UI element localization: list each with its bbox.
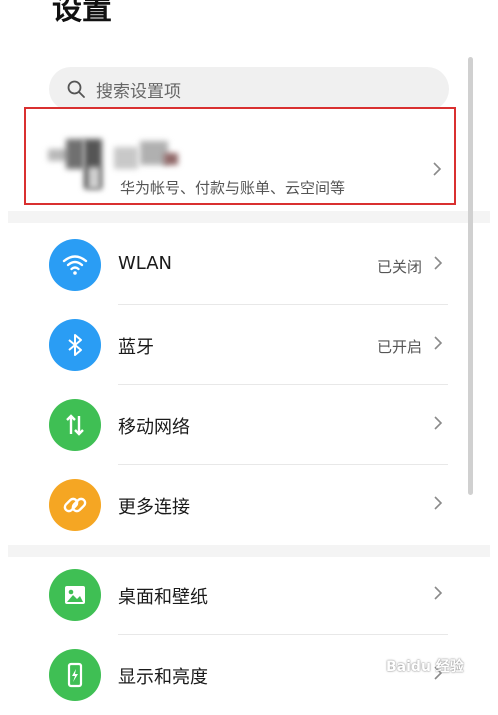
mobile-data-icon: [49, 399, 101, 451]
chevron-right-icon: [433, 415, 443, 435]
account-card[interactable]: 华为帐号、付款与账单、云空间等: [24, 107, 456, 205]
chevron-right-icon: [433, 335, 443, 355]
settings-item[interactable]: 蓝牙 已开启: [0, 305, 470, 385]
scrollbar[interactable]: [468, 57, 473, 495]
settings-item-status: 已关闭: [376, 258, 422, 276]
settings-item-label: 蓝牙: [118, 337, 154, 358]
account-subtitle: 华为帐号、付款与账单、云空间等: [120, 179, 346, 197]
settings-item-label: 更多连接: [118, 497, 190, 518]
page-title: 设置: [52, 0, 112, 27]
settings-item[interactable]: 桌面和壁纸: [0, 555, 470, 635]
link-icon: [49, 479, 101, 531]
settings-item-label: 桌面和壁纸: [118, 587, 208, 608]
chevron-right-icon: [433, 162, 442, 176]
watermark: Baidu 经验: [386, 659, 464, 675]
settings-item-label: 移动网络: [118, 417, 190, 438]
wifi-icon: [49, 239, 101, 291]
settings-item-status: 已开启: [376, 338, 422, 356]
settings-item-label: WLAN: [118, 253, 173, 274]
chevron-right-icon: [433, 255, 443, 275]
display-icon: [49, 649, 101, 701]
settings-item-label: 显示和亮度: [118, 667, 208, 688]
bluetooth-icon: [49, 319, 101, 371]
search-placeholder: 搜索设置项: [96, 81, 181, 102]
wallpaper-icon: [49, 569, 101, 621]
settings-item[interactable]: 更多连接: [0, 465, 470, 545]
chevron-right-icon: [433, 495, 443, 515]
search-icon: [67, 80, 85, 98]
settings-item[interactable]: 移动网络: [0, 385, 470, 465]
search-input[interactable]: 搜索设置项: [49, 67, 449, 111]
settings-item[interactable]: WLAN 已关闭: [0, 225, 470, 305]
section-divider: [8, 211, 490, 223]
chevron-right-icon: [433, 585, 443, 605]
